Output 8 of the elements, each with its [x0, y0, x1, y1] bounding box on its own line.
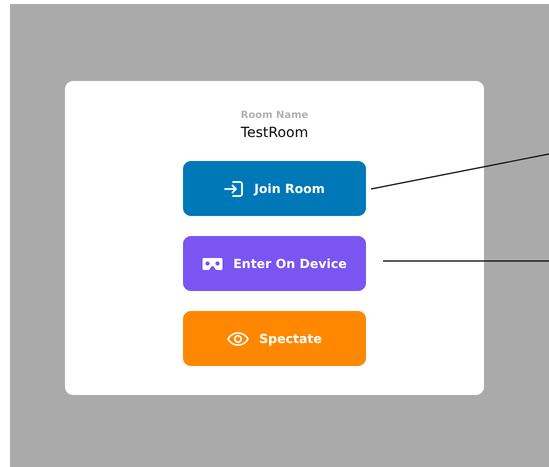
room-name: TestRoom — [240, 124, 308, 142]
eye-icon — [227, 332, 250, 346]
room-name-label: Room Name — [240, 109, 308, 123]
join-room-button[interactable]: Join Room — [183, 161, 366, 216]
enter-device-button[interactable]: Enter On Device — [183, 236, 366, 291]
spectate-button[interactable]: Spectate — [183, 311, 366, 366]
sign-in-icon — [224, 180, 244, 198]
vr-headset-icon — [202, 256, 224, 270]
